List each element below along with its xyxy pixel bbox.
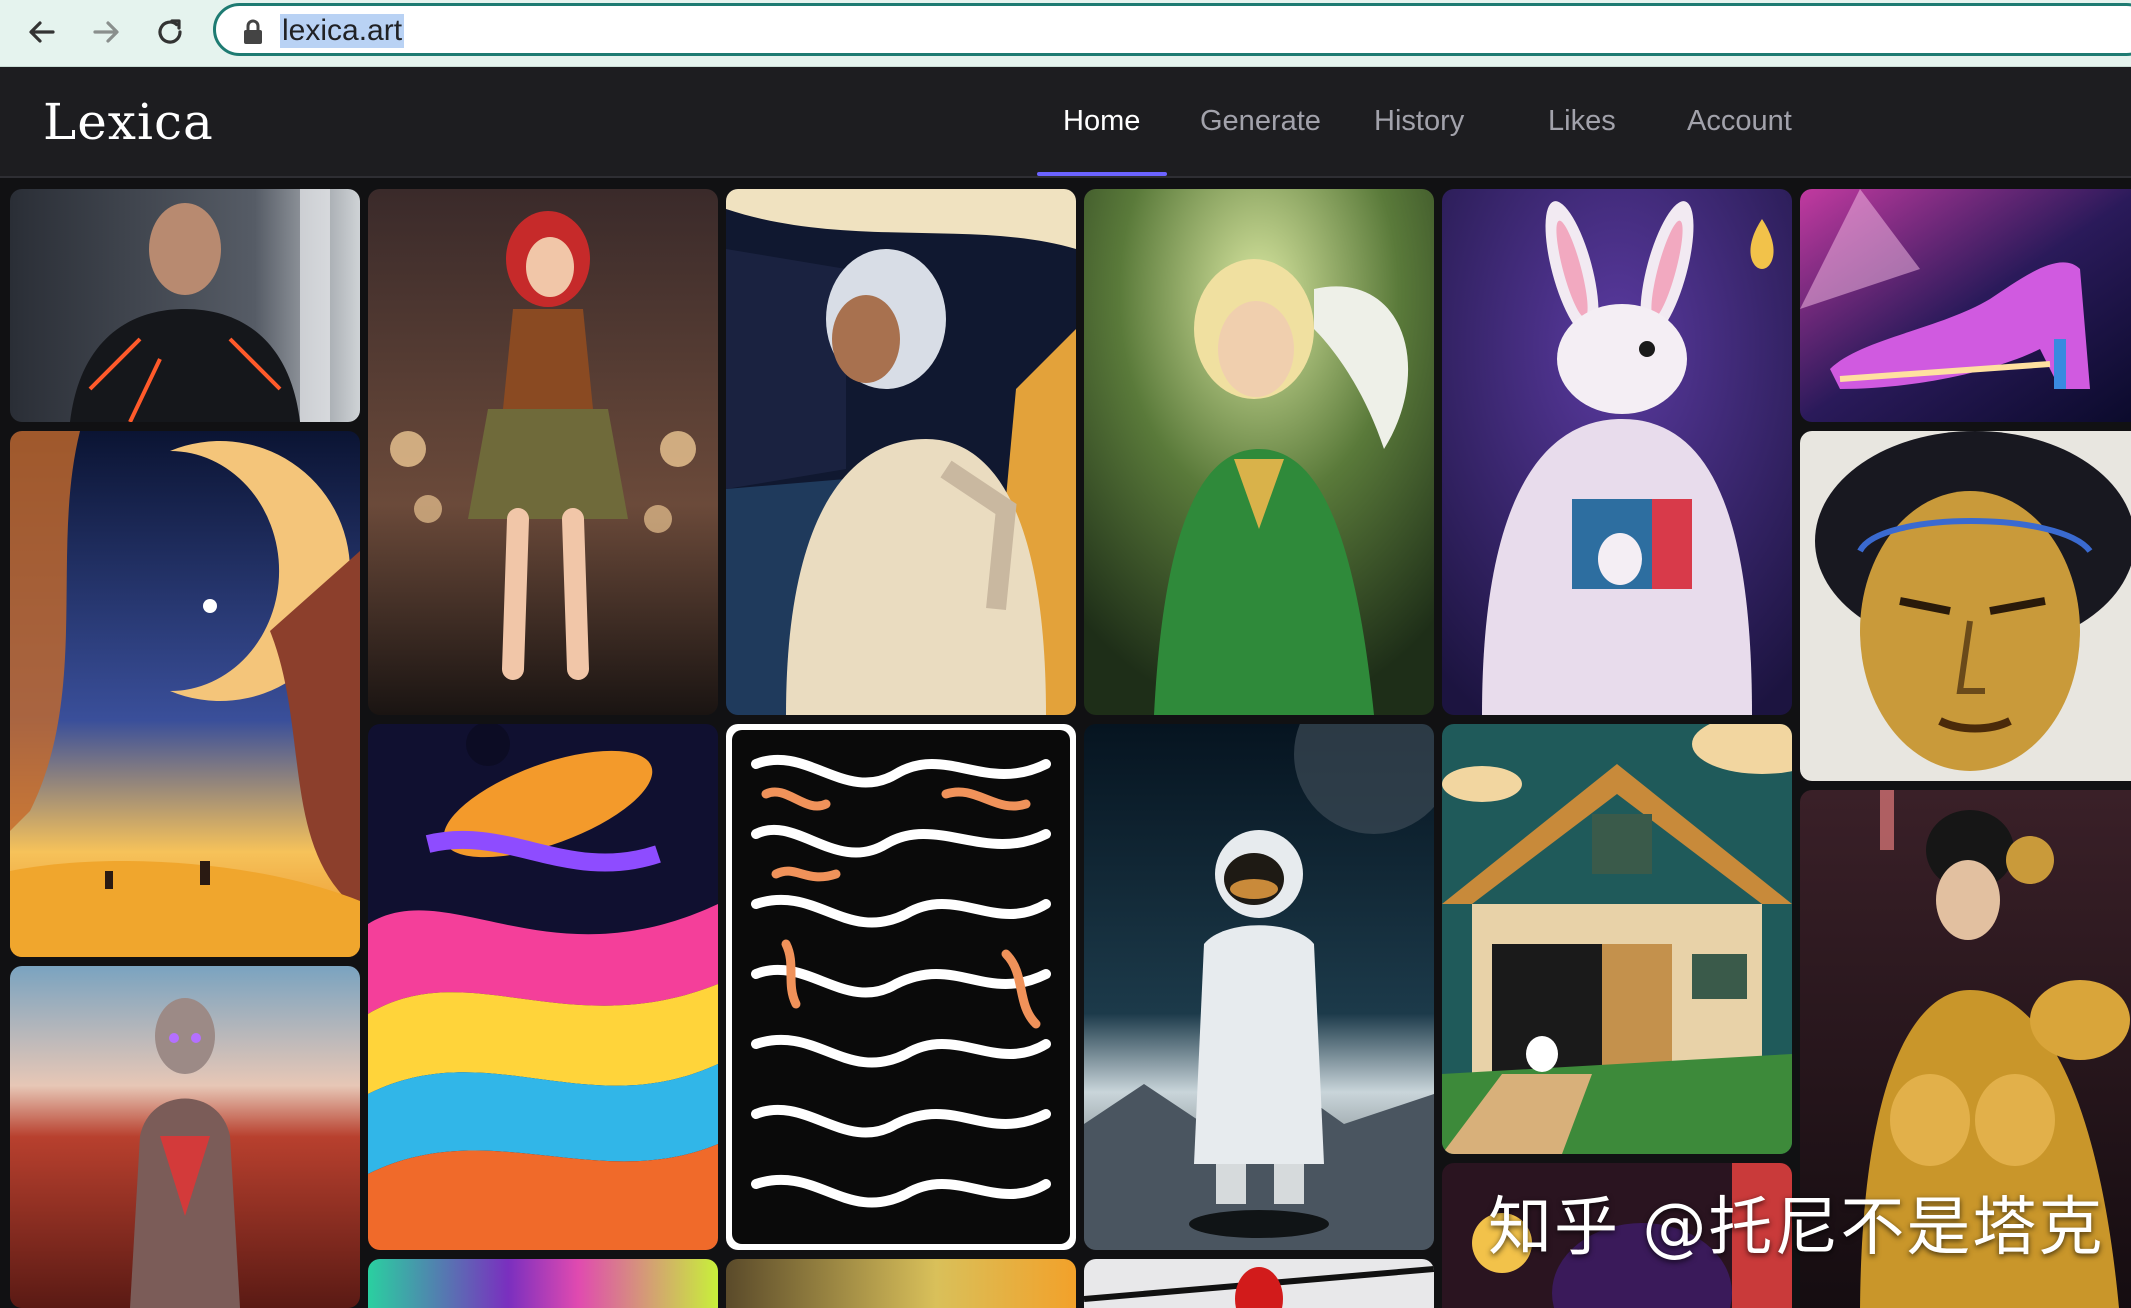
gallery-image-golden-mask[interactable] [1800, 431, 2131, 781]
gallery-image-maze[interactable] [726, 724, 1076, 1250]
arrow-right-icon [93, 21, 119, 43]
arrow-left-icon [29, 21, 55, 43]
active-tab-indicator [1037, 172, 1167, 176]
image-gallery: 知乎 @托尼不是塔克 [0, 178, 2131, 1308]
nav-home[interactable]: Home [1063, 105, 1140, 138]
app-header: Lexica Home Generate History Likes Accou… [0, 67, 2131, 178]
gallery-image-pixel-house[interactable] [1442, 724, 1792, 1154]
lexica-logo[interactable]: Lexica [43, 93, 214, 151]
forward-button[interactable] [86, 12, 126, 52]
gallery-image-cyborg[interactable] [10, 189, 360, 422]
gallery-image-blurred-yellow[interactable] [726, 1259, 1076, 1308]
lock-icon [244, 19, 262, 44]
back-button[interactable] [22, 12, 62, 52]
nav-history[interactable]: History [1374, 105, 1464, 138]
reload-button[interactable] [150, 12, 190, 52]
gallery-image-red-object[interactable] [1084, 1259, 1434, 1308]
gallery-image-colorful[interactable] [368, 1259, 718, 1308]
gallery-image-elf[interactable] [1084, 189, 1434, 715]
address-bar[interactable]: lexica.art [213, 3, 2131, 56]
zhihu-watermark: 知乎 @托尼不是塔克 [1488, 1191, 2105, 1265]
gallery-image-robot-woman[interactable] [10, 966, 360, 1308]
gallery-image-psychedelic[interactable] [368, 724, 718, 1250]
gallery-image-neon-shoe[interactable] [1800, 189, 2131, 422]
nav-generate[interactable]: Generate [1200, 105, 1321, 138]
gallery-image-rabbit-hoodie[interactable] [1442, 189, 1792, 715]
nav-likes[interactable]: Likes [1548, 105, 1616, 138]
reload-icon [158, 19, 182, 44]
browser-toolbar: lexica.art [0, 0, 2131, 67]
gallery-image-red-hair-woman[interactable] [368, 189, 718, 715]
gallery-image-retro-astronaut[interactable] [726, 189, 1076, 715]
gallery-image-astronaut[interactable] [1084, 724, 1434, 1250]
gallery-image-desert-planet[interactable] [10, 431, 360, 957]
nav-account[interactable]: Account [1687, 105, 1792, 138]
url-text[interactable]: lexica.art [280, 14, 405, 48]
